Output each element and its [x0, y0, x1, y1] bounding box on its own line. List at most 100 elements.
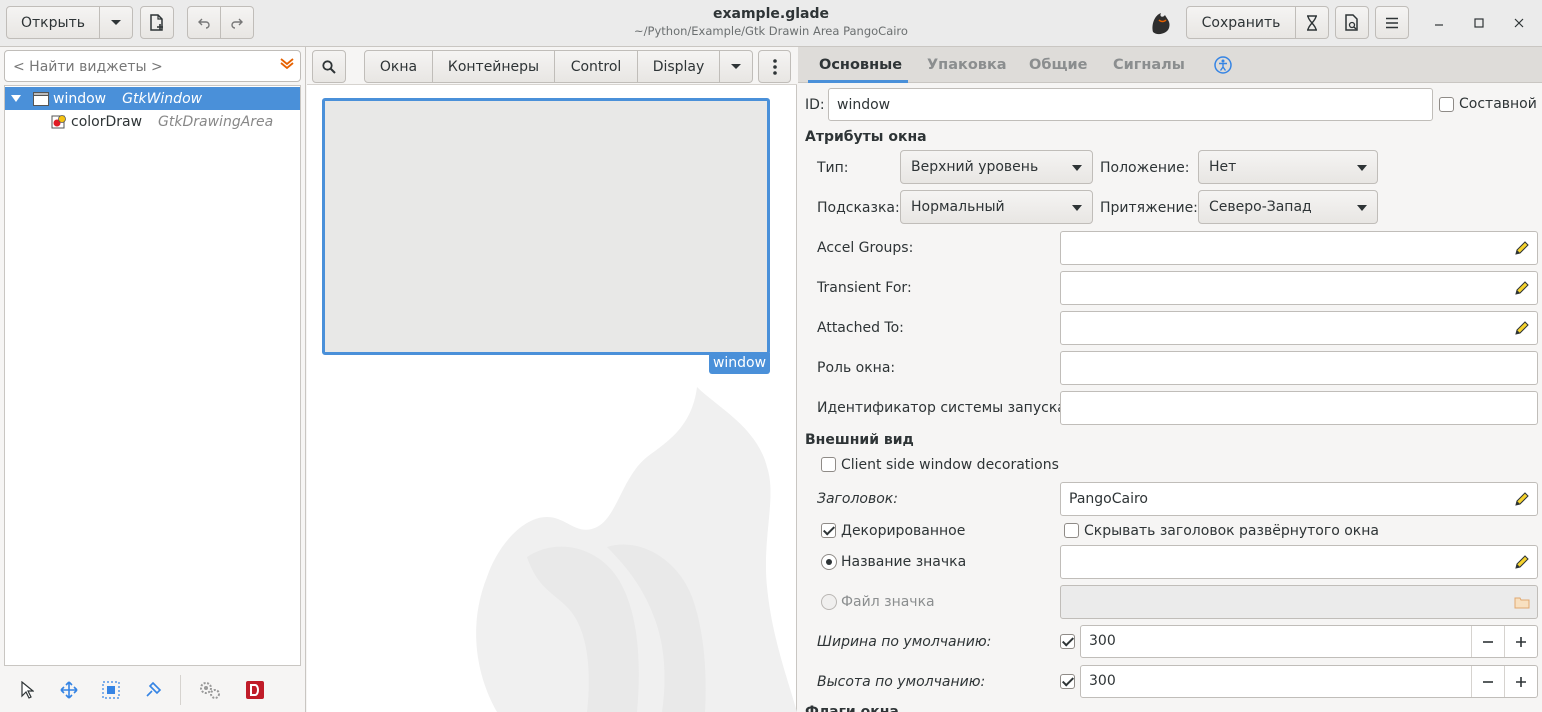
palette-group-display[interactable]: Display	[638, 50, 720, 83]
minimize-button[interactable]	[1426, 8, 1452, 38]
glade-logo-icon	[1147, 8, 1175, 38]
composite-checkbox[interactable]	[1439, 97, 1454, 112]
widget-search-input[interactable]: < Найти виджеты >	[4, 50, 301, 82]
icon-file-radio[interactable]	[821, 594, 837, 610]
id-input[interactable]: window	[828, 88, 1433, 121]
palette-group-windows[interactable]: Окна	[364, 50, 433, 83]
close-icon	[1514, 18, 1524, 28]
title-label: Заголовок:	[817, 491, 898, 507]
redo-button[interactable]	[221, 6, 254, 39]
tab-accessibility[interactable]	[1212, 55, 1234, 75]
section-window-attributes: Атрибуты окна	[805, 129, 927, 145]
accessibility-icon	[1214, 56, 1232, 74]
title-input[interactable]: PangoCairo	[1060, 482, 1538, 516]
decrement-button[interactable]	[1471, 626, 1504, 657]
alignment-tool-button[interactable]	[140, 677, 166, 703]
chevron-down-icon	[731, 63, 741, 69]
margin-edit-tool-button[interactable]	[98, 677, 124, 703]
default-height-checkbox[interactable]	[1060, 674, 1075, 689]
tree-item-name: colorDraw	[71, 113, 143, 130]
preview-button[interactable]	[1335, 6, 1369, 39]
palette-search-button[interactable]	[312, 50, 346, 83]
palette-group-containers[interactable]: Контейнеры	[433, 50, 555, 83]
expander-icon[interactable]	[11, 94, 21, 103]
accel-groups-label: Accel Groups:	[817, 240, 914, 256]
icon-name-label: Название значка	[841, 554, 967, 570]
minus-icon	[1483, 680, 1493, 683]
toolbar-separator	[180, 675, 181, 705]
decorated-checkbox[interactable]	[821, 523, 836, 538]
pencil-icon[interactable]	[1513, 553, 1531, 571]
increment-button[interactable]	[1504, 666, 1537, 697]
select-tool-button[interactable]	[14, 677, 40, 703]
icon-file-input[interactable]	[1060, 585, 1538, 619]
pencil-icon[interactable]	[1513, 239, 1531, 257]
palette-menu-button[interactable]	[758, 50, 791, 83]
design-window-preview[interactable]	[322, 98, 770, 355]
undo-icon	[198, 18, 210, 29]
window-icon	[33, 91, 49, 106]
id-value: window	[837, 97, 891, 113]
hint-combo[interactable]: Нормальный	[900, 190, 1093, 224]
hide-titlebar-checkbox[interactable]	[1064, 523, 1079, 538]
chevron-down-icon	[1072, 205, 1082, 211]
maximize-icon	[1474, 18, 1484, 28]
search-placeholder: < Найти виджеты >	[13, 59, 163, 75]
gravity-value: Северо-Запад	[1209, 199, 1312, 215]
selected-widget-label: window	[709, 353, 770, 374]
save-button[interactable]: Сохранить	[1186, 6, 1296, 39]
section-window-flags: Флаги окна	[805, 704, 899, 712]
icon-file-label: Файл значка	[841, 594, 935, 610]
pencil-icon[interactable]	[1513, 279, 1531, 297]
folder-icon[interactable]	[1513, 593, 1531, 611]
gears-icon	[200, 682, 220, 699]
default-width-checkbox[interactable]	[1060, 634, 1075, 649]
undo-button[interactable]	[187, 6, 221, 39]
new-project-button[interactable]	[140, 6, 174, 39]
csd-checkbox[interactable]	[821, 457, 836, 472]
pencil-icon[interactable]	[1513, 490, 1531, 508]
main-menu-button[interactable]	[1375, 6, 1409, 39]
settings-tool-button[interactable]	[196, 677, 224, 703]
position-combo[interactable]: Нет	[1198, 150, 1378, 184]
pin-icon	[146, 681, 162, 697]
drag-resize-tool-button[interactable]	[56, 677, 82, 703]
open-button[interactable]: Открыть	[6, 6, 100, 39]
default-width-spin[interactable]: 300	[1080, 625, 1538, 658]
icon-name-radio[interactable]	[821, 554, 837, 570]
chevron-down-icon[interactable]	[280, 57, 294, 73]
attached-to-input[interactable]	[1060, 311, 1538, 345]
devhelp-button[interactable]	[242, 677, 268, 703]
hide-titlebar-label: Скрывать заголовок развёрнутого окна	[1084, 523, 1379, 539]
transient-for-input[interactable]	[1060, 271, 1538, 305]
save-as-button[interactable]	[1296, 6, 1329, 39]
accel-groups-input[interactable]	[1060, 231, 1538, 265]
tree-row-colordraw[interactable]: colorDraw GtkDrawingArea	[5, 110, 300, 133]
tab-common[interactable]: Общие	[1029, 47, 1087, 83]
pencil-icon[interactable]	[1513, 319, 1531, 337]
maximize-button[interactable]	[1466, 8, 1492, 38]
open-menu-button[interactable]	[100, 6, 133, 39]
title-value: PangoCairo	[1069, 491, 1148, 507]
tree-row-window[interactable]: window GtkWindow	[5, 87, 300, 110]
close-button[interactable]	[1506, 8, 1532, 38]
tab-packing[interactable]: Упаковка	[927, 47, 1007, 83]
redo-icon	[231, 18, 243, 29]
widget-tree-panel: < Найти виджеты > window GtkWindow color…	[0, 47, 306, 712]
type-combo[interactable]: Верхний уровень	[900, 150, 1093, 184]
window-role-input[interactable]	[1060, 351, 1538, 385]
tab-general[interactable]: Основные	[808, 47, 908, 83]
gravity-combo[interactable]: Северо-Запад	[1198, 190, 1378, 224]
tab-signals[interactable]: Сигналы	[1113, 47, 1185, 83]
default-height-value: 300	[1089, 673, 1116, 689]
palette-group-control[interactable]: Control	[555, 50, 638, 83]
type-value: Верхний уровень	[911, 159, 1039, 175]
icon-name-input[interactable]	[1060, 545, 1538, 579]
default-height-spin[interactable]: 300	[1080, 665, 1538, 698]
default-height-label: Высота по умолчанию:	[817, 674, 986, 690]
palette-more-button[interactable]	[720, 50, 753, 83]
startup-id-input[interactable]	[1060, 391, 1538, 425]
increment-button[interactable]	[1504, 626, 1537, 657]
decrement-button[interactable]	[1471, 666, 1504, 697]
document-preview-icon	[1345, 13, 1358, 31]
